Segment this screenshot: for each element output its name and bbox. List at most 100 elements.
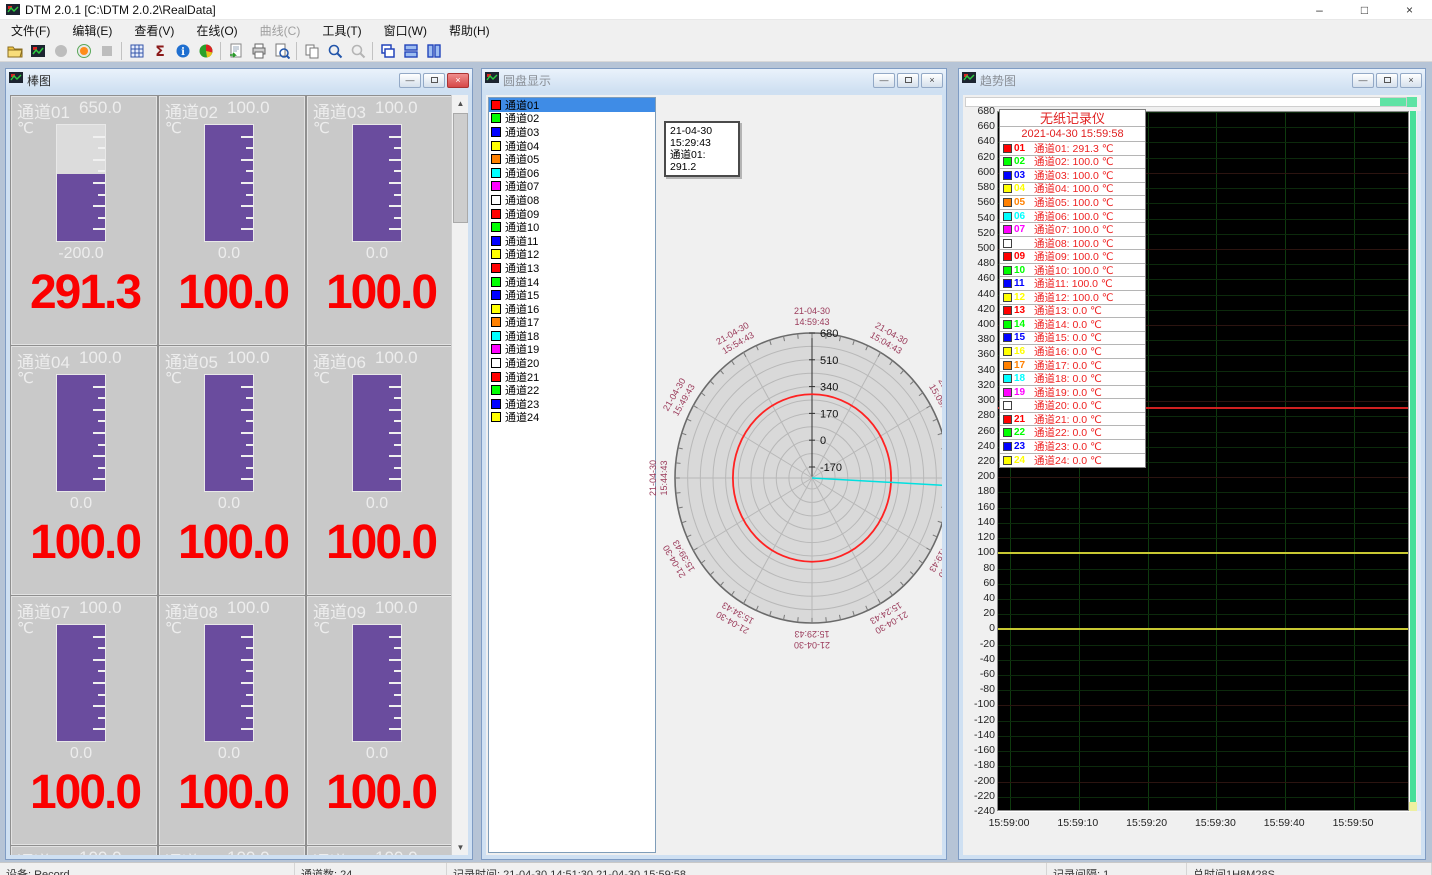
scrollbar-thumb[interactable] [453,113,468,223]
record-active-button[interactable] [72,41,95,61]
menu-item-8[interactable]: 帮助(H) [438,20,501,41]
bar-window-scrollbar[interactable]: ▲▼ [451,95,468,855]
disc-window-minimize-button[interactable]: — [873,73,895,88]
bar-window-minimize-button[interactable]: — [399,73,421,88]
legend-channel-number: 18 [1014,373,1030,384]
channel-color-swatch [491,222,501,232]
legend-channel-number: 04 [1014,183,1030,194]
toolbar-separator [372,42,373,60]
app-close-button[interactable]: × [1387,0,1432,20]
gauge-bar-frame [352,124,402,242]
sigma-stats-button[interactable]: Σ [148,41,171,61]
menu-item-3[interactable]: 查看(V) [123,20,185,41]
gauge-header: 通道08100.0 [165,598,303,618]
bar-gauge-通道10[interactable]: 通道10100.0 [11,846,157,855]
trend-window-restore-button[interactable] [1376,73,1398,88]
gauge-tick-mark [93,205,105,207]
legend-color-swatch [1003,415,1012,424]
window-tile-horizontal-button[interactable] [399,41,422,61]
svg-text:14:59:43: 14:59:43 [794,317,829,327]
print-preview-button[interactable] [270,41,293,61]
disc-window-restore-button[interactable] [897,73,919,88]
open-folder-button[interactable] [3,41,26,61]
radial-tick-label: 340 [820,382,838,394]
gauge-tick-mark [394,647,401,649]
legend-channel-number: 24 [1014,455,1030,466]
trend-window-titlebar[interactable]: 趋势图 — × [959,69,1425,91]
window-cascade-icon [380,43,396,59]
menu-item-4[interactable]: 在线(O) [185,20,248,41]
data-table-button[interactable] [125,41,148,61]
trend-window-close-button[interactable]: × [1400,73,1422,88]
gauge-tick-mark [246,170,253,172]
tooltip-value: 通道01: 291.2 [670,149,734,173]
channel-color-swatch [491,399,501,409]
gauge-tick-mark [246,694,253,696]
info-button[interactable]: i [171,41,194,61]
menubar: 文件(F)编辑(E)查看(V)在线(O)曲线(C)工具(T)窗口(W)帮助(H) [0,20,1432,40]
gauge-min-value: 0.0 [332,245,422,263]
legend-color-swatch [1003,442,1012,451]
bar-gauge-通道09[interactable]: 通道09100.0℃0.0100.0 [307,596,453,845]
bar-gauge-通道04[interactable]: 通道04100.0℃0.0100.0 [11,346,157,595]
gauge-unit: ℃ [313,119,330,137]
zoom-in-button[interactable] [323,41,346,61]
bar-gauge-通道08[interactable]: 通道08100.0℃0.0100.0 [159,596,305,845]
bar-window-restore-button[interactable] [423,73,445,88]
scroll-down-arrow[interactable]: ▼ [452,839,468,855]
bar-gauge-通道03[interactable]: 通道03100.0℃0.0100.0 [307,96,453,345]
menu-item-2[interactable]: 编辑(E) [61,20,123,41]
trend-y-tick-label: 180 [964,485,995,497]
copy-button[interactable] [300,41,323,61]
trend-graph-window: 趋势图 — × 68066064062060058056054052050048… [958,68,1426,860]
gauge-unit: ℃ [165,369,182,387]
pie-chart-button[interactable] [194,41,217,61]
trend-series-line-100 [998,552,1408,554]
trend-vertical-scrollbar[interactable] [1410,111,1416,811]
toolbar-separator [220,42,221,60]
bar-gauge-通道11[interactable]: 通道11100.0 [159,846,305,855]
trend-y-tick-label: 340 [964,364,995,376]
scroll-up-arrow[interactable]: ▲ [452,95,468,111]
trend-hgridline [998,538,1408,539]
bar-gauge-通道02[interactable]: 通道02100.0℃0.0100.0 [159,96,305,345]
app-maximize-button[interactable]: □ [1342,0,1387,20]
app-minimize-button[interactable]: – [1297,0,1342,20]
gauge-tick-mark [246,217,253,219]
bar-gauge-通道12[interactable]: 通道12100.0 [307,846,453,855]
trend-y-tick-label: 460 [964,272,995,284]
trend-y-tick-label: -200 [964,775,995,787]
gauge-tick-mark [394,420,401,422]
disc-window-close-button[interactable]: × [921,73,943,88]
chart-file-button[interactable] [26,41,49,61]
disc-window-titlebar[interactable]: 圆盘显示 — × [482,69,946,91]
legend-color-swatch [1003,401,1012,410]
bar-gauge-通道01[interactable]: 通道01650.0℃-200.0291.3 [11,96,157,345]
menu-item-6[interactable]: 工具(T) [311,20,372,41]
export-file-button[interactable] [224,41,247,61]
polar-chart[interactable]: 6805103401700-17021-04-3014:59:4321-04-3… [616,295,942,695]
legend-color-swatch [1003,306,1012,315]
bar-window-close-button[interactable]: × [447,73,469,88]
gauge-header: 通道12100.0 [313,848,451,855]
trend-y-tick-label: 260 [964,425,995,437]
bar-gauge-通道07[interactable]: 通道07100.0℃0.0100.0 [11,596,157,845]
trend-window-minimize-button[interactable]: — [1352,73,1374,88]
print-button[interactable] [247,41,270,61]
bar-graph-titlebar[interactable]: 棒图 — × [6,69,472,91]
trend-vscroll-thumb[interactable] [1409,802,1417,811]
bar-graph-window: 棒图 — × 通道01650.0℃-200.0291.3通道02100.0℃0.… [5,68,473,860]
window-tile-vertical-button[interactable] [422,41,445,61]
trend-hgridline [998,523,1408,524]
trend-horizontal-scrollbar[interactable] [965,97,1407,107]
menu-item-1[interactable]: 文件(F) [0,20,61,41]
trend-y-tick-label: 60 [964,577,995,589]
svg-text:15:44:43: 15:44:43 [659,460,669,495]
menu-item-7[interactable]: 窗口(W) [373,20,438,41]
bar-gauge-通道06[interactable]: 通道06100.0℃0.0100.0 [307,346,453,595]
gauge-tick-mark [389,728,401,730]
bar-gauge-通道05[interactable]: 通道05100.0℃0.0100.0 [159,346,305,595]
trend-hscroll-thumb[interactable] [1380,98,1406,106]
window-cascade-button[interactable] [376,41,399,61]
trend-y-tick-label: 0 [964,622,995,634]
